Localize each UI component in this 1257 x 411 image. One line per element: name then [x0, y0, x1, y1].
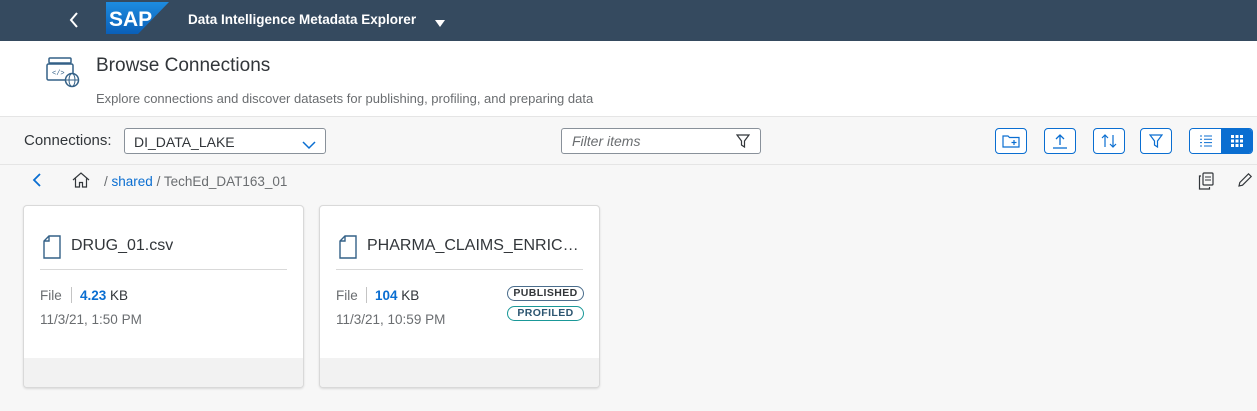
- view-toggle: [1189, 128, 1253, 154]
- breadcrumb-separator: /: [104, 174, 108, 189]
- divider: [71, 287, 72, 303]
- connection-select[interactable]: DI_DATA_LAKE: [124, 128, 326, 154]
- file-icon: [339, 235, 357, 264]
- breadcrumb: / shared / TechEd_DAT163_01: [0, 166, 1257, 196]
- dataset-name[interactable]: DRUG_01.csv: [71, 237, 173, 255]
- filter-icon[interactable]: [735, 134, 751, 153]
- connections-label: Connections:: [24, 132, 112, 149]
- back-icon[interactable]: [32, 173, 42, 192]
- connection-browser-icon: </>: [46, 57, 80, 88]
- chevron-down-icon: [302, 137, 316, 155]
- file-icon: [43, 235, 61, 264]
- page-title: Browse Connections: [96, 55, 271, 76]
- divider: [366, 287, 367, 303]
- breadcrumb-current: TechEd_DAT163_01: [163, 174, 288, 189]
- dataset-type: File: [336, 288, 358, 303]
- published-badge: PUBLISHED: [507, 286, 584, 301]
- divider: [40, 269, 287, 270]
- filter-input[interactable]: [562, 129, 732, 153]
- dataset-card[interactable]: PHARMA_CLAIMS_ENRICH... File 104 KB 11/3…: [319, 205, 600, 388]
- connection-select-value: DI_DATA_LAKE: [134, 134, 235, 150]
- svg-text:SAP: SAP: [109, 8, 152, 31]
- dataset-size-value: 104: [375, 288, 398, 303]
- dataset-date: 11/3/21, 1:50 PM: [40, 312, 142, 327]
- add-folder-icon: [1002, 135, 1020, 148]
- dataset-size: 4.23 KB: [80, 288, 128, 303]
- breadcrumb-shared-link[interactable]: shared: [112, 174, 153, 189]
- dataset-type: File: [40, 288, 62, 303]
- page-subtitle: Explore connections and discover dataset…: [96, 91, 594, 106]
- card-footer: [24, 358, 303, 387]
- dataset-name[interactable]: PHARMA_CLAIMS_ENRICH...: [367, 237, 587, 255]
- list-view-button[interactable]: [1190, 129, 1221, 153]
- dataset-size-value: 4.23: [80, 288, 107, 303]
- dataset-size: 104 KB: [375, 288, 419, 303]
- card-footer: [320, 358, 599, 387]
- toolbar: Connections: DI_DATA_LAKE: [0, 117, 1257, 165]
- sort-button[interactable]: [1093, 128, 1125, 154]
- grid-icon: [1230, 135, 1243, 147]
- dataset-card[interactable]: DRUG_01.csv File 4.23 KB 11/3/21, 1:50 P…: [23, 205, 304, 388]
- chevron-down-icon[interactable]: [434, 15, 446, 33]
- app-title[interactable]: Data Intelligence Metadata Explorer: [188, 12, 416, 27]
- dataset-date: 11/3/21, 10:59 PM: [336, 312, 446, 327]
- back-icon[interactable]: [62, 8, 86, 32]
- divider: [336, 269, 583, 270]
- edit-icon[interactable]: [1237, 172, 1253, 193]
- breadcrumb-separator: /: [156, 174, 161, 189]
- svg-text:</>: </>: [52, 70, 65, 78]
- add-folder-button[interactable]: [995, 128, 1027, 154]
- page-header: </> Browse Connections Explore connectio…: [0, 41, 1257, 117]
- grid-view-button[interactable]: [1221, 129, 1252, 153]
- sort-icon: [1101, 134, 1117, 148]
- copy-icon[interactable]: [1198, 172, 1214, 195]
- upload-button[interactable]: [1044, 128, 1076, 154]
- upload-icon: [1053, 134, 1067, 149]
- filter-field[interactable]: [561, 128, 761, 154]
- list-icon: [1199, 135, 1212, 147]
- dataset-size-unit: KB: [110, 288, 129, 303]
- filter-icon: [1149, 134, 1163, 148]
- profiled-badge: PROFILED: [507, 306, 584, 321]
- sap-logo: SAP: [106, 2, 169, 34]
- shell-bar: SAP Data Intelligence Metadata Explorer: [0, 0, 1257, 41]
- filter-button[interactable]: [1140, 128, 1172, 154]
- dataset-size-unit: KB: [401, 288, 420, 303]
- home-icon[interactable]: [72, 172, 90, 193]
